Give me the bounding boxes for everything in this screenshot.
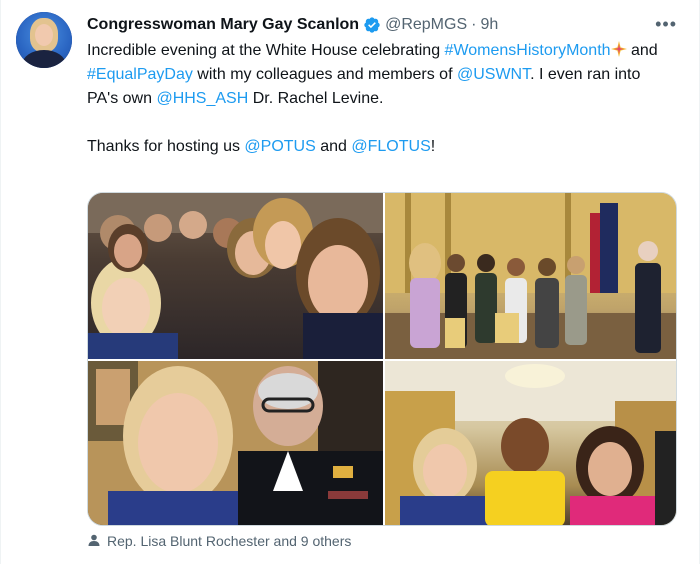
display-name[interactable]: Congresswoman Mary Gay Scanlon bbox=[87, 16, 359, 34]
tweet-text: Incredible evening at the White House ce… bbox=[87, 39, 667, 159]
text-segment: with my colleagues and members of bbox=[192, 66, 457, 83]
tweet-card[interactable]: Congresswoman Mary Gay Scanlon @RepMGS ·… bbox=[0, 0, 700, 564]
tweet-photo-3[interactable] bbox=[88, 361, 383, 525]
text-segment: and bbox=[626, 42, 658, 59]
text-segment: Dr. Rachel Levine. bbox=[248, 90, 384, 107]
more-options-icon[interactable]: ••• bbox=[655, 14, 677, 35]
header-separator: · bbox=[471, 16, 477, 33]
mention-uswnt[interactable]: @USWNT bbox=[457, 66, 530, 83]
profile-avatar[interactable] bbox=[16, 12, 72, 68]
hashtag-equalpayday[interactable]: #EqualPayDay bbox=[87, 66, 193, 83]
tweet-photo-2[interactable] bbox=[385, 193, 676, 359]
tagged-person-icon bbox=[87, 533, 101, 550]
tagged-people[interactable]: Rep. Lisa Blunt Rochester and 9 others bbox=[87, 532, 351, 550]
tagged-people-label: Rep. Lisa Blunt Rochester and 9 others bbox=[107, 533, 352, 549]
tweet-photo-4[interactable] bbox=[385, 361, 676, 525]
tweet-header: Congresswoman Mary Gay Scanlon @RepMGS ·… bbox=[87, 14, 498, 36]
mention-hhs-ash[interactable]: @HHS_ASH bbox=[156, 90, 248, 107]
tweet-photo-1[interactable] bbox=[88, 193, 383, 359]
hashtag-womenshistorymonth[interactable]: #WomensHistoryMonth bbox=[445, 42, 611, 59]
mention-potus[interactable]: @POTUS bbox=[244, 138, 315, 155]
tweet-paragraph-1: Incredible evening at the White House ce… bbox=[87, 39, 667, 111]
user-handle[interactable]: @RepMGS bbox=[385, 16, 467, 34]
tweet-paragraph-2: Thanks for hosting us @POTUS and @FLOTUS… bbox=[87, 135, 667, 159]
text-segment: Thanks for hosting us bbox=[87, 138, 245, 155]
text-segment: Incredible evening at the White House ce… bbox=[87, 42, 445, 59]
media-grid bbox=[87, 192, 677, 526]
verified-badge-icon bbox=[363, 16, 381, 34]
text-segment: and bbox=[315, 138, 352, 155]
text-segment: ! bbox=[430, 138, 436, 155]
tweet-timestamp[interactable]: 9h bbox=[480, 16, 498, 34]
mention-flotus[interactable]: @FLOTUS bbox=[351, 138, 430, 155]
sparkle-emoji-icon bbox=[610, 41, 627, 57]
